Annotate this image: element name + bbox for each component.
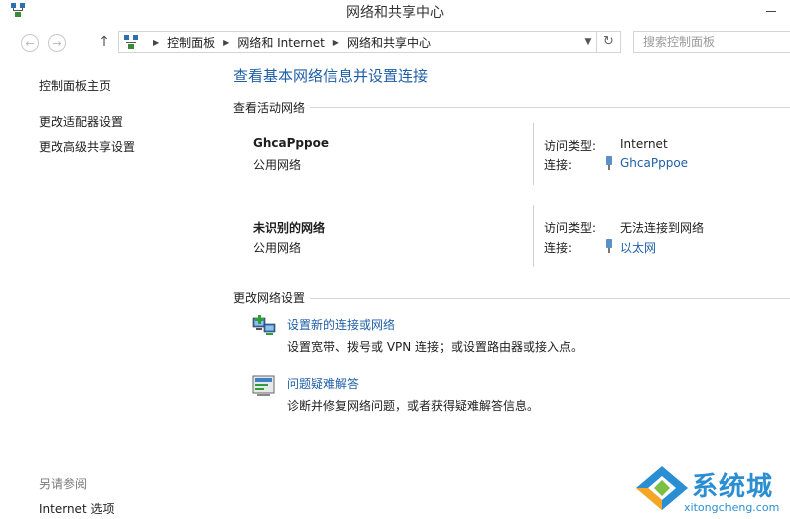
access-type-value: Internet bbox=[620, 137, 668, 151]
breadcrumb-network-sharing-center[interactable]: 网络和共享中心 bbox=[347, 34, 431, 51]
minimize-button[interactable] bbox=[760, 2, 782, 18]
see-also-heading: 另请参阅 bbox=[39, 477, 88, 491]
window-title: 网络和共享中心 bbox=[346, 5, 444, 21]
back-button[interactable]: ← bbox=[21, 34, 39, 52]
access-type-value: 无法连接到网络 bbox=[620, 221, 705, 235]
connection-link-ethernet[interactable]: 以太网 bbox=[620, 239, 656, 256]
sidebar-item-control-panel-home[interactable]: 控制面板主页 bbox=[39, 77, 111, 94]
back-arrow-icon: ← bbox=[25, 36, 35, 50]
up-arrow-icon: ↑ bbox=[98, 34, 110, 50]
access-type-label: 访问类型: bbox=[544, 139, 597, 153]
address-history-dropdown[interactable]: ▼ bbox=[581, 33, 595, 51]
breadcrumb-network-internet[interactable]: 网络和 Internet bbox=[237, 34, 324, 51]
troubleshoot-link[interactable]: 问题疑难解答 bbox=[287, 375, 359, 392]
section-divider bbox=[310, 298, 790, 299]
breadcrumb-separator-icon[interactable]: ▶ bbox=[223, 38, 229, 47]
access-type-label: 访问类型: bbox=[544, 221, 597, 235]
network-divider bbox=[533, 205, 534, 267]
refresh-icon: ↻ bbox=[603, 34, 614, 49]
refresh-button[interactable]: ↻ bbox=[597, 31, 621, 53]
breadcrumb: ▶ 控制面板 ▶ 网络和 Internet ▶ 网络和共享中心 bbox=[145, 32, 431, 52]
watermark-text: 系统城 bbox=[692, 472, 774, 502]
breadcrumb-control-panel[interactable]: 控制面板 bbox=[167, 34, 215, 51]
sidebar-item-change-advanced-sharing[interactable]: 更改高级共享设置 bbox=[39, 138, 135, 155]
chevron-down-icon: ▼ bbox=[584, 37, 592, 47]
connection-label: 连接: bbox=[544, 158, 573, 172]
forward-arrow-icon: → bbox=[52, 36, 62, 50]
setup-new-connection-link[interactable]: 设置新的连接或网络 bbox=[287, 316, 395, 333]
forward-button[interactable]: → bbox=[48, 34, 66, 52]
address-bar[interactable]: ▶ 控制面板 ▶ 网络和 Internet ▶ 网络和共享中心 ▼ bbox=[118, 31, 597, 53]
breadcrumb-separator-icon[interactable]: ▶ bbox=[153, 38, 159, 47]
title-bar: 网络和共享中心 bbox=[0, 0, 790, 24]
network-name: GhcaPppoe bbox=[253, 136, 329, 150]
network-divider bbox=[533, 123, 534, 185]
control-panel-icon bbox=[124, 35, 138, 49]
ethernet-connection-icon bbox=[606, 239, 612, 253]
section-divider bbox=[310, 107, 790, 108]
setup-new-connection-description: 设置宽带、拨号或 VPN 连接；或设置路由器或接入点。 bbox=[287, 340, 584, 354]
network-setup-icon bbox=[252, 315, 276, 335]
active-networks-header: 查看活动网络 bbox=[233, 101, 306, 115]
troubleshoot-icon bbox=[252, 375, 275, 396]
network-name: 未识别的网络 bbox=[253, 221, 326, 235]
watermark-url: xitongcheng.com bbox=[684, 501, 780, 514]
sidebar-item-internet-options[interactable]: Internet 选项 bbox=[39, 500, 114, 517]
change-settings-header: 更改网络设置 bbox=[233, 291, 306, 305]
connection-label: 连接: bbox=[544, 241, 573, 255]
page-title: 查看基本网络信息并设置连接 bbox=[233, 67, 429, 85]
connection-link-ghcapppoe[interactable]: GhcaPppoe bbox=[620, 156, 688, 170]
network-category: 公用网络 bbox=[253, 241, 302, 255]
troubleshoot-description: 诊断并修复网络问题，或者获得疑难解答信息。 bbox=[287, 399, 540, 413]
sidebar-item-change-adapter-settings[interactable]: 更改适配器设置 bbox=[39, 113, 123, 130]
dialup-connection-icon bbox=[606, 156, 612, 170]
search-input[interactable]: 搜索控制面板 bbox=[633, 31, 790, 53]
breadcrumb-separator-icon[interactable]: ▶ bbox=[333, 38, 339, 47]
up-button[interactable]: ↑ bbox=[97, 33, 111, 51]
network-category: 公用网络 bbox=[253, 158, 302, 172]
